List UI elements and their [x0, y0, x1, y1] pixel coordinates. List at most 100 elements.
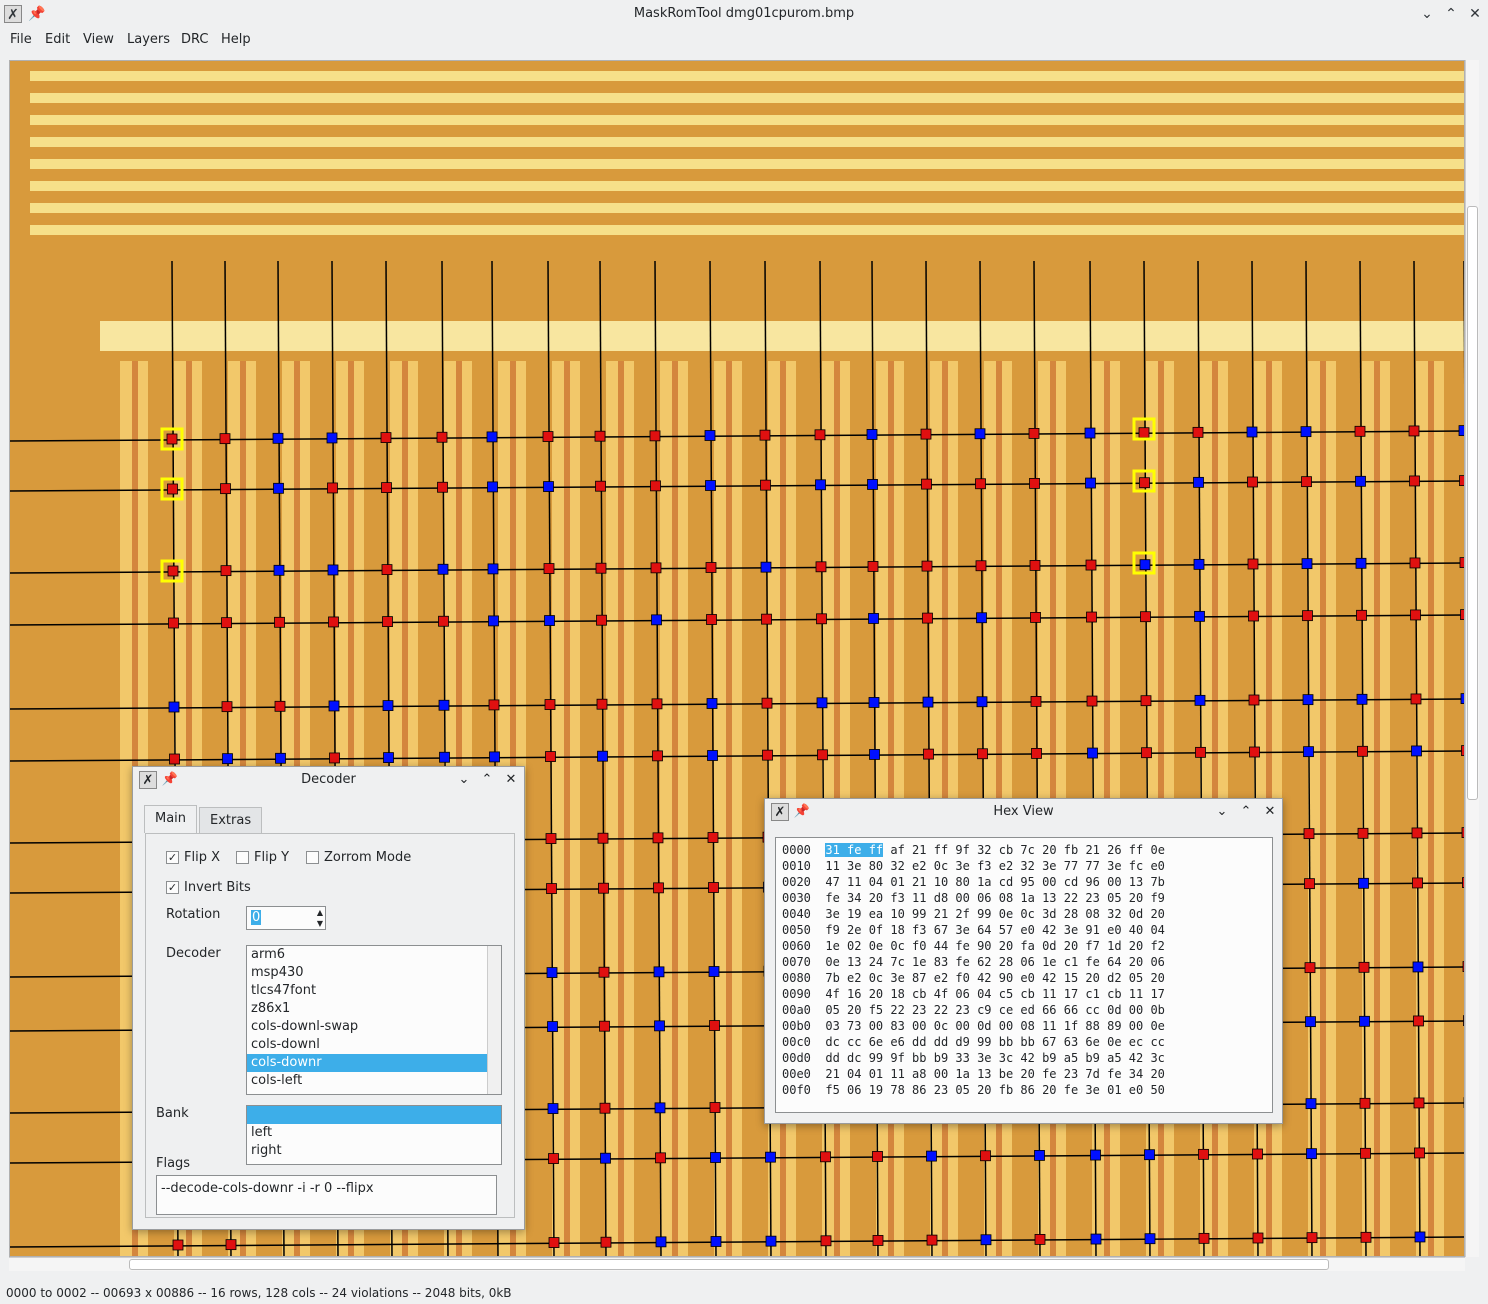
bit-marker [980, 1234, 992, 1246]
decoder-option[interactable]: cols-downl-swap [247, 1018, 487, 1036]
bit-marker [169, 753, 180, 765]
flip-x-checkbox[interactable]: ✓ Flip X [166, 850, 220, 865]
invert-bits-checkbox[interactable]: ✓ Invert Bits [166, 880, 251, 895]
bit-marker [544, 699, 556, 710]
zorrom-label: Zorrom Mode [324, 850, 412, 865]
bit-marker [1355, 557, 1367, 569]
bit-marker [650, 480, 661, 492]
tab-extras[interactable]: Extras [199, 807, 263, 833]
menu-drc[interactable]: DRC [181, 32, 208, 47]
bank-option[interactable] [247, 1106, 501, 1124]
tab-main[interactable]: Main [144, 805, 198, 833]
bit-marker [488, 699, 500, 711]
maximize-icon[interactable]: ⌃ [478, 771, 496, 789]
bit-marker [221, 617, 232, 629]
bit-marker [1248, 610, 1259, 622]
horizontal-scrollbar[interactable] [9, 1257, 1465, 1271]
bit-marker [596, 698, 608, 710]
bit-marker [489, 751, 500, 763]
close-icon[interactable]: ✕ [502, 771, 520, 789]
horizontal-scroll-thumb[interactable] [129, 1259, 1329, 1270]
bit-marker [383, 752, 394, 763]
bit-marker [1198, 1148, 1209, 1160]
bit-marker [1140, 695, 1152, 707]
bit-marker [274, 700, 286, 712]
metal-stripe [30, 137, 1464, 147]
bit-marker [708, 966, 720, 977]
bit-marker [922, 612, 933, 624]
bit-marker [275, 752, 286, 764]
poly-line [618, 361, 624, 1256]
hex-selection[interactable]: 31 fe ff [825, 843, 884, 857]
bit-marker [820, 1151, 831, 1163]
bit-marker [710, 1236, 722, 1247]
bank-option[interactable]: left [247, 1124, 501, 1142]
bit-marker [597, 832, 609, 844]
maximize-icon[interactable]: ⌃ [1442, 5, 1460, 23]
rotation-spinbox[interactable]: 0 ▲ ▼ [246, 906, 326, 930]
bit-marker [1302, 610, 1313, 622]
bit-marker [705, 480, 716, 491]
bit-marker [706, 698, 718, 709]
bit-marker [649, 430, 661, 442]
maximize-icon[interactable]: ⌃ [1237, 803, 1255, 821]
decoder-option[interactable]: z86x1 [247, 1000, 487, 1018]
menu-help[interactable]: Help [221, 32, 251, 47]
decoder-list-scrollbar[interactable] [487, 946, 501, 1094]
title-bar: ✗ 📌 MaskRomTool dmg01cpurom.bmp ⌄ ⌃ ✕ [0, 0, 1488, 28]
menu-view[interactable]: View [83, 32, 114, 47]
menu-file[interactable]: File [10, 32, 32, 47]
bit-marker [867, 561, 879, 572]
close-icon[interactable]: ✕ [1261, 803, 1279, 821]
menu-bar: File Edit View Layers DRC Help [0, 28, 1488, 52]
bit-marker [652, 832, 664, 844]
flags-field[interactable]: --decode-cols-downr -i -r 0 --flipx [156, 1175, 497, 1215]
flip-y-label: Flip Y [254, 850, 290, 865]
bit-marker [1356, 609, 1367, 621]
zorrom-mode-checkbox[interactable]: Zorrom Mode [306, 850, 411, 865]
bit-marker [920, 428, 932, 440]
bank-list[interactable]: left right [246, 1105, 502, 1165]
bit-marker [1304, 962, 1316, 974]
bit-marker [600, 1152, 611, 1164]
decoder-option[interactable]: tlcs47font [247, 982, 487, 1000]
decoder-option[interactable]: arm6 [247, 946, 487, 964]
bit-marker [488, 615, 499, 627]
minimize-icon[interactable]: ⌄ [455, 771, 473, 789]
minimize-icon[interactable]: ⌄ [1213, 803, 1231, 821]
bit-marker [545, 833, 557, 844]
bit-marker [705, 562, 717, 573]
decoder-option[interactable]: cols-downl [247, 1036, 487, 1054]
decoder-option[interactable]: cols-downr [247, 1054, 487, 1072]
decoder-list[interactable]: arm6 msp430 tlcs47font z86x1 cols-downl-swap… [246, 945, 502, 1095]
hex-row-rest: af 21 ff 9f 32 cb 7c 20 fb 21 26 ff 0e [883, 843, 1165, 857]
flip-x-label: Flip X [184, 850, 220, 865]
vertical-scroll-thumb[interactable] [1467, 206, 1478, 800]
decoder-option[interactable]: msp430 [247, 964, 487, 982]
bit-marker [546, 883, 557, 894]
minimize-icon[interactable]: ⌄ [1418, 5, 1436, 23]
checkbox-box [236, 851, 249, 864]
bit-marker [1194, 610, 1205, 622]
decoder-option[interactable]: cols-left [247, 1072, 487, 1090]
bit-marker [652, 750, 663, 762]
bit-marker [166, 433, 178, 445]
decoder-label: Decoder [166, 946, 221, 961]
bit-marker [654, 1020, 665, 1032]
bit-marker [1086, 611, 1097, 623]
bit-marker [651, 614, 662, 626]
vertical-scrollbar[interactable] [1465, 60, 1479, 1257]
bit-marker [977, 748, 988, 760]
flip-y-checkbox[interactable]: Flip Y [236, 850, 289, 865]
hex-dump[interactable]: 0000 31 fe ff af 21 ff 9f 32 cb 7c 20 fb… [775, 837, 1273, 1113]
bit-marker [1358, 877, 1369, 889]
bit-marker [974, 428, 986, 440]
bit-marker [1354, 425, 1366, 437]
bank-option[interactable]: right [247, 1142, 501, 1160]
close-icon[interactable]: ✕ [1466, 5, 1484, 23]
spin-arrows-icon[interactable]: ▲ ▼ [317, 907, 323, 929]
bit-marker [817, 749, 828, 761]
menu-layers[interactable]: Layers [127, 32, 170, 47]
bit-marker [709, 1020, 720, 1031]
menu-edit[interactable]: Edit [45, 32, 70, 47]
